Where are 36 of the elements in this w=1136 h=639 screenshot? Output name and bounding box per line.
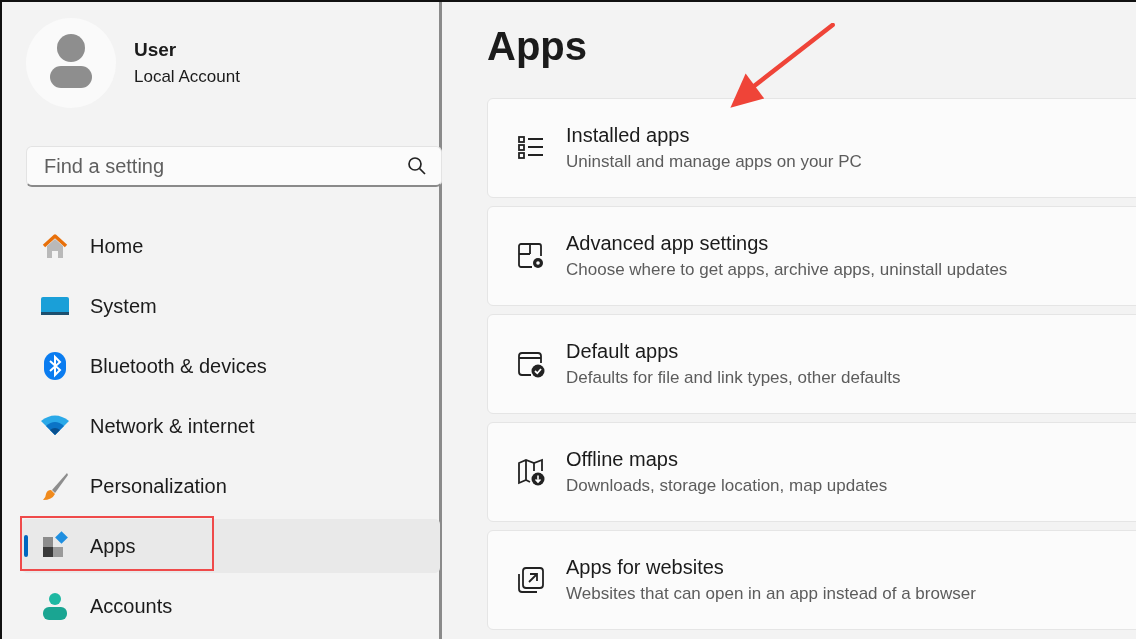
settings-card[interactable]: Installed apps Uninstall and manage apps on your PC — [487, 98, 1136, 198]
nav-item[interactable]: Apps — [22, 519, 440, 573]
settings-card[interactable]: Advanced app settings Choose where to get apps, archive apps, uninstall updates — [487, 206, 1136, 306]
user-name: User — [134, 39, 178, 61]
open-window-icon — [516, 565, 546, 595]
settings-card[interactable]: Offline maps Downloads, storage location, map updates — [487, 422, 1136, 522]
page-title: Apps — [487, 23, 588, 70]
nav-item[interactable]: Accounts — [22, 579, 440, 633]
paintbrush-icon — [40, 471, 70, 501]
card-title: Offline maps — [566, 448, 679, 471]
gear-window-icon — [516, 241, 546, 271]
search-input[interactable]: Find a setting — [42, 153, 407, 179]
settings-card[interactable]: Apps for websites Websites that can open in an app instead of a browser — [487, 530, 1136, 630]
nav-item[interactable]: Home — [22, 219, 440, 273]
nav-item[interactable]: Network & internet — [22, 399, 440, 453]
card-subtitle: Choose where to get apps, archive apps, uninstall updates — [566, 260, 1008, 280]
card-subtitle: Downloads, storage location, map updates — [566, 476, 888, 496]
card-title: Apps for websites — [566, 556, 725, 579]
card-subtitle: Defaults for file and link types, other defaults — [566, 368, 901, 388]
card-subtitle: Websites that can open in an app instead of a browser — [566, 584, 976, 604]
window-check-icon — [516, 349, 546, 379]
nav-item[interactable]: System — [22, 279, 440, 333]
nav-item[interactable]: Bluetooth & devices — [22, 339, 440, 393]
person-icon — [40, 591, 70, 621]
card-subtitle: Uninstall and manage apps on your PC — [566, 152, 862, 172]
search-field[interactable]: Find a setting — [26, 146, 442, 187]
nav-item[interactable]: Personalization — [22, 459, 440, 513]
card-title: Advanced app settings — [566, 232, 770, 255]
settings-card[interactable]: Default apps Defaults for file and link types, other defaults — [487, 314, 1136, 414]
search-icon[interactable] — [407, 156, 427, 176]
card-title: Default apps — [566, 340, 680, 363]
selection-indicator — [24, 535, 28, 557]
account-type: Local Account — [134, 67, 240, 87]
map-download-icon — [516, 457, 546, 487]
house-icon — [40, 231, 70, 261]
card-title: Installed apps — [566, 124, 691, 147]
